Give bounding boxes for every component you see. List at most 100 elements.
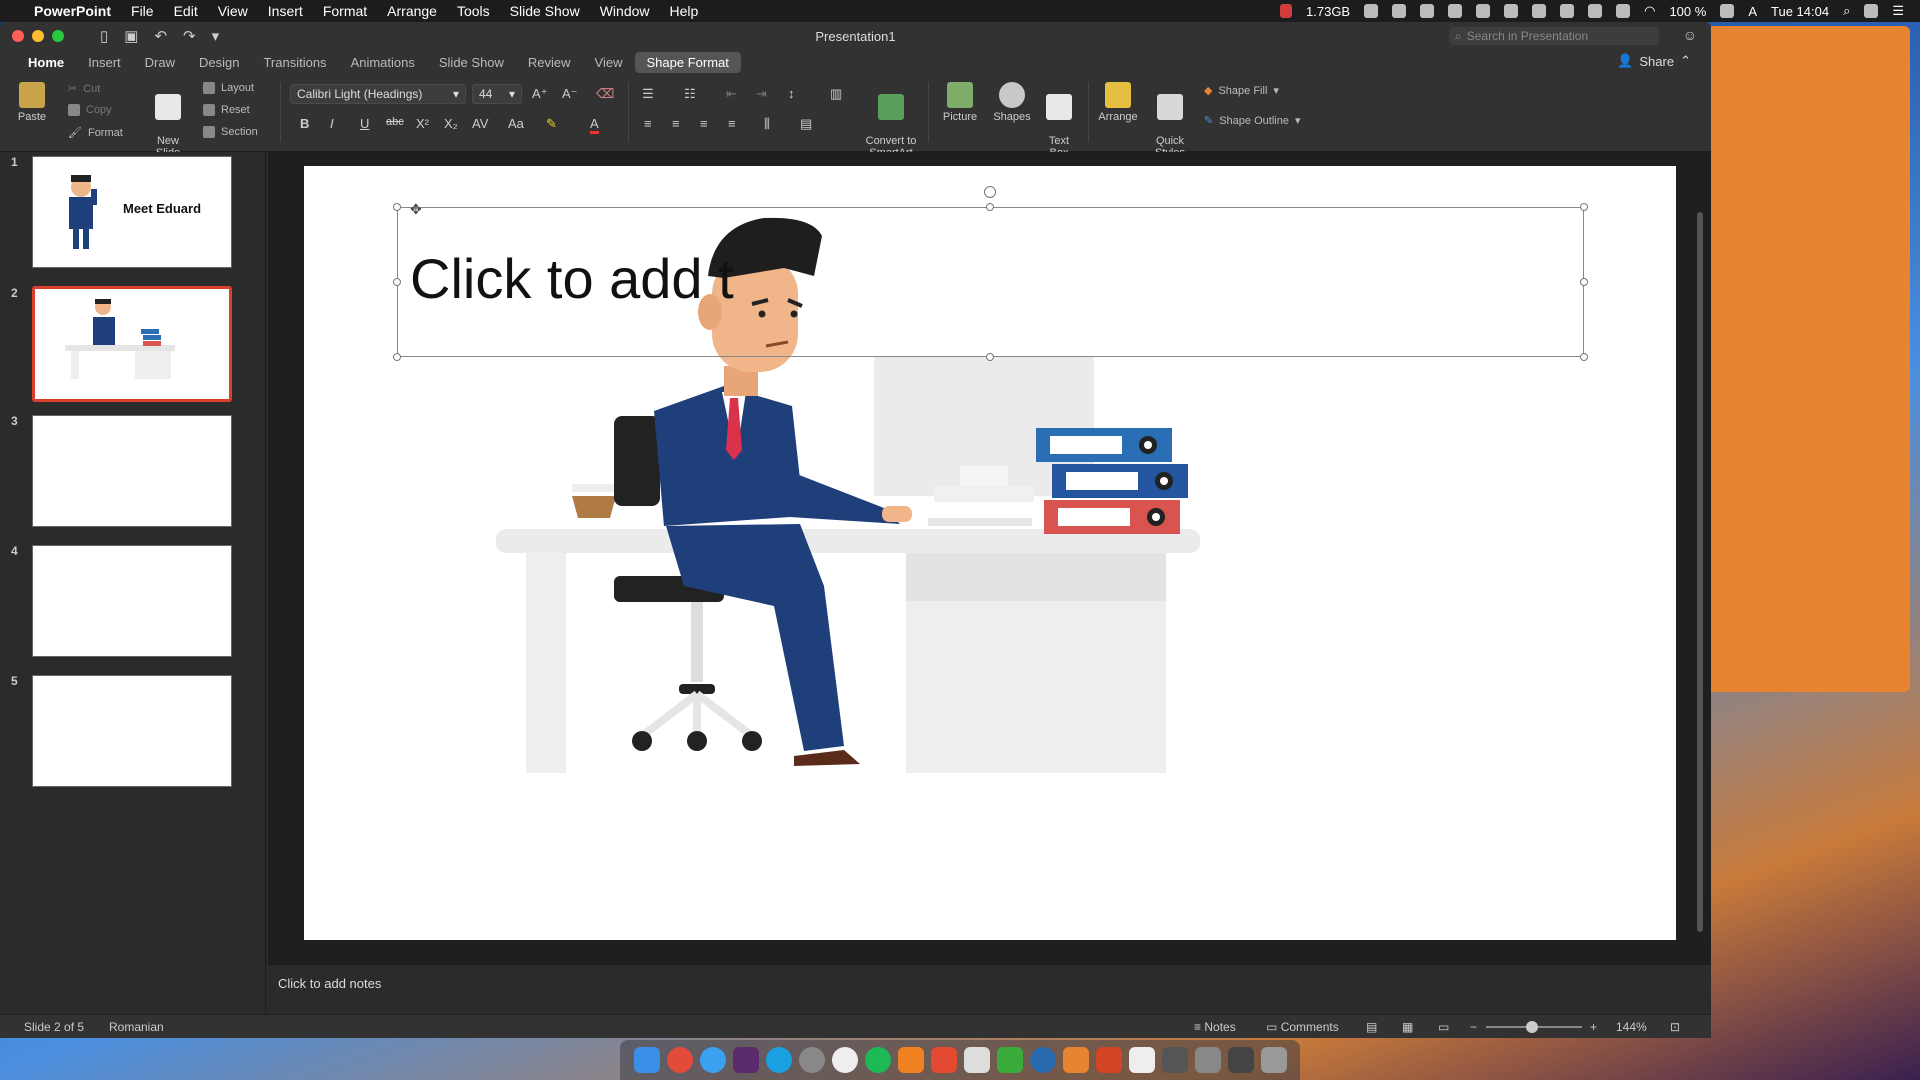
redo-icon[interactable]: ↷ (183, 27, 196, 45)
text-box-button[interactable]: Text Box (1040, 82, 1078, 159)
slide-thumbnail-3[interactable] (32, 415, 232, 527)
customize-qat-icon[interactable]: ▾ (212, 27, 220, 45)
subscript-button[interactable]: X₂ (444, 116, 458, 131)
feedback-smiley-icon[interactable]: ☺ (1683, 27, 1697, 43)
input-source-icon[interactable]: A (1748, 4, 1757, 19)
normal-view-icon[interactable]: ▤ (1366, 1020, 1377, 1034)
resize-handle-br[interactable] (1580, 353, 1588, 361)
align-left-icon[interactable]: ≡ (644, 116, 652, 131)
menu-insert[interactable]: Insert (268, 3, 303, 19)
app-icon[interactable] (1062, 1047, 1089, 1073)
notes-button[interactable]: ≡ Notes (1194, 1020, 1236, 1034)
shapes-button[interactable]: Shapes (990, 82, 1034, 123)
bluetooth-icon[interactable] (1616, 4, 1631, 18)
slide-thumbnail-1[interactable]: Meet Eduard (32, 156, 232, 268)
rotate-handle-icon[interactable] (984, 186, 996, 198)
cut-button[interactable]: ✂ Cut (68, 82, 100, 96)
camtasia-icon[interactable] (996, 1047, 1023, 1073)
fit-to-window-icon[interactable]: ⊡ (1670, 1020, 1680, 1034)
resize-handle-top[interactable] (986, 203, 994, 211)
spotify-icon[interactable] (864, 1047, 891, 1073)
line-spacing-icon[interactable]: ↕ (788, 86, 795, 101)
notes-placeholder[interactable]: Click to add notes (278, 976, 381, 991)
menu-window[interactable]: Window (600, 3, 650, 19)
document-icon[interactable] (1128, 1047, 1155, 1073)
title-placeholder-box[interactable]: Click to add t ✥ (393, 186, 1588, 361)
control-center-icon[interactable]: ☰ (1892, 3, 1904, 19)
decrease-font-icon[interactable]: A⁻ (562, 86, 578, 102)
zoom-out-button[interactable]: − (1470, 1020, 1477, 1034)
zoom-in-button[interactable]: + (1590, 1020, 1597, 1034)
minimize-window-button[interactable] (32, 30, 44, 42)
screenshot-icon[interactable] (1161, 1047, 1188, 1073)
menu-edit[interactable]: Edit (174, 3, 198, 19)
launchpad-icon[interactable] (798, 1047, 825, 1073)
paste-button[interactable]: Paste (10, 82, 54, 123)
layout-button[interactable]: Layout (203, 82, 254, 94)
fullscreen-window-button[interactable] (52, 30, 64, 42)
safari-icon[interactable] (699, 1047, 726, 1073)
search-input[interactable]: ⌕ Search in Presentation (1449, 27, 1659, 45)
wifi-icon[interactable]: ◠ (1644, 3, 1655, 19)
notes-app-icon[interactable] (963, 1047, 990, 1073)
text-direction-icon[interactable]: ⫼ (764, 116, 770, 132)
resize-handle-tl[interactable] (393, 203, 401, 211)
font-name-select[interactable]: Calibri Light (Headings) ▾ (290, 84, 466, 104)
clock[interactable]: Tue 14:04 (1771, 4, 1829, 19)
tab-design[interactable]: Design (187, 52, 251, 73)
edge-icon[interactable] (1029, 1047, 1056, 1073)
columns-icon[interactable]: ▥ (830, 86, 842, 102)
menu-app-name[interactable]: PowerPoint (34, 3, 111, 19)
font-size-select[interactable]: 44 ▾ (472, 84, 522, 104)
tab-transitions[interactable]: Transitions (251, 52, 338, 73)
todoist-icon[interactable] (930, 1047, 957, 1073)
shape-outline-button[interactable]: ✎ Shape Outline ▾ (1204, 114, 1300, 128)
character-spacing-button[interactable]: AV (472, 116, 488, 131)
strikethrough-button[interactable]: abc (386, 116, 404, 128)
tab-slide-show[interactable]: Slide Show (427, 52, 516, 73)
copy-button[interactable]: Copy (68, 104, 112, 116)
tab-view[interactable]: View (583, 52, 635, 73)
notes-pane[interactable]: Click to add notes (268, 964, 1711, 1014)
menu-file[interactable]: File (131, 3, 154, 19)
notification-icon[interactable] (1504, 4, 1519, 18)
clear-formatting-icon[interactable]: ⌫ (596, 86, 614, 102)
zoom-slider-knob[interactable] (1526, 1021, 1539, 1033)
bold-button[interactable]: B (300, 116, 309, 131)
bullets-icon[interactable]: ☰ (642, 86, 654, 102)
shape-fill-button[interactable]: ◆ Shape Fill ▾ (1204, 84, 1279, 98)
tab-insert[interactable]: Insert (76, 52, 133, 73)
menu-format[interactable]: Format (323, 3, 367, 19)
language-indicator[interactable]: Romanian (109, 1020, 164, 1034)
change-case-button[interactable]: Aa (508, 116, 524, 131)
arrange-button[interactable]: Arrange (1096, 82, 1140, 123)
close-window-button[interactable] (12, 30, 24, 42)
highlight-color-icon[interactable]: ✎ (546, 116, 557, 132)
resize-handle-left[interactable] (393, 278, 401, 286)
resize-handle-bl[interactable] (393, 353, 401, 361)
slide-sorter-icon[interactable]: ▦ (1402, 1020, 1413, 1034)
title-placeholder-text[interactable]: Click to add t (410, 246, 734, 311)
increase-indent-icon[interactable]: ⇥ (756, 86, 767, 102)
powerpoint-icon[interactable] (1095, 1047, 1122, 1073)
memory-icon[interactable] (1280, 4, 1293, 18)
menu-help[interactable]: Help (670, 3, 699, 19)
save-icon[interactable]: ▣ (124, 27, 138, 45)
font-color-button[interactable]: A (590, 116, 599, 134)
siri-icon[interactable] (1864, 4, 1879, 18)
spotlight-icon[interactable]: ⌕ (1843, 3, 1850, 19)
justify-icon[interactable]: ≡ (728, 116, 736, 131)
cloud-icon[interactable] (1560, 4, 1575, 18)
menu-slide-show[interactable]: Slide Show (510, 3, 580, 19)
section-button[interactable]: Section (203, 126, 258, 138)
quick-styles-button[interactable]: Quick Styles (1148, 82, 1192, 159)
menu-tools[interactable]: Tools (457, 3, 490, 19)
tab-animations[interactable]: Animations (339, 52, 427, 73)
tab-draw[interactable]: Draw (133, 52, 187, 73)
slide-thumbnail-5[interactable] (32, 675, 232, 787)
convert-to-smartart-button[interactable]: Convert to SmartArt (862, 82, 920, 159)
resize-handle-tr[interactable] (1580, 203, 1588, 211)
sidebar-toggle-icon[interactable]: ▯ (100, 27, 108, 45)
picture-button[interactable]: Picture (938, 82, 982, 123)
timer-icon[interactable] (1588, 4, 1603, 18)
